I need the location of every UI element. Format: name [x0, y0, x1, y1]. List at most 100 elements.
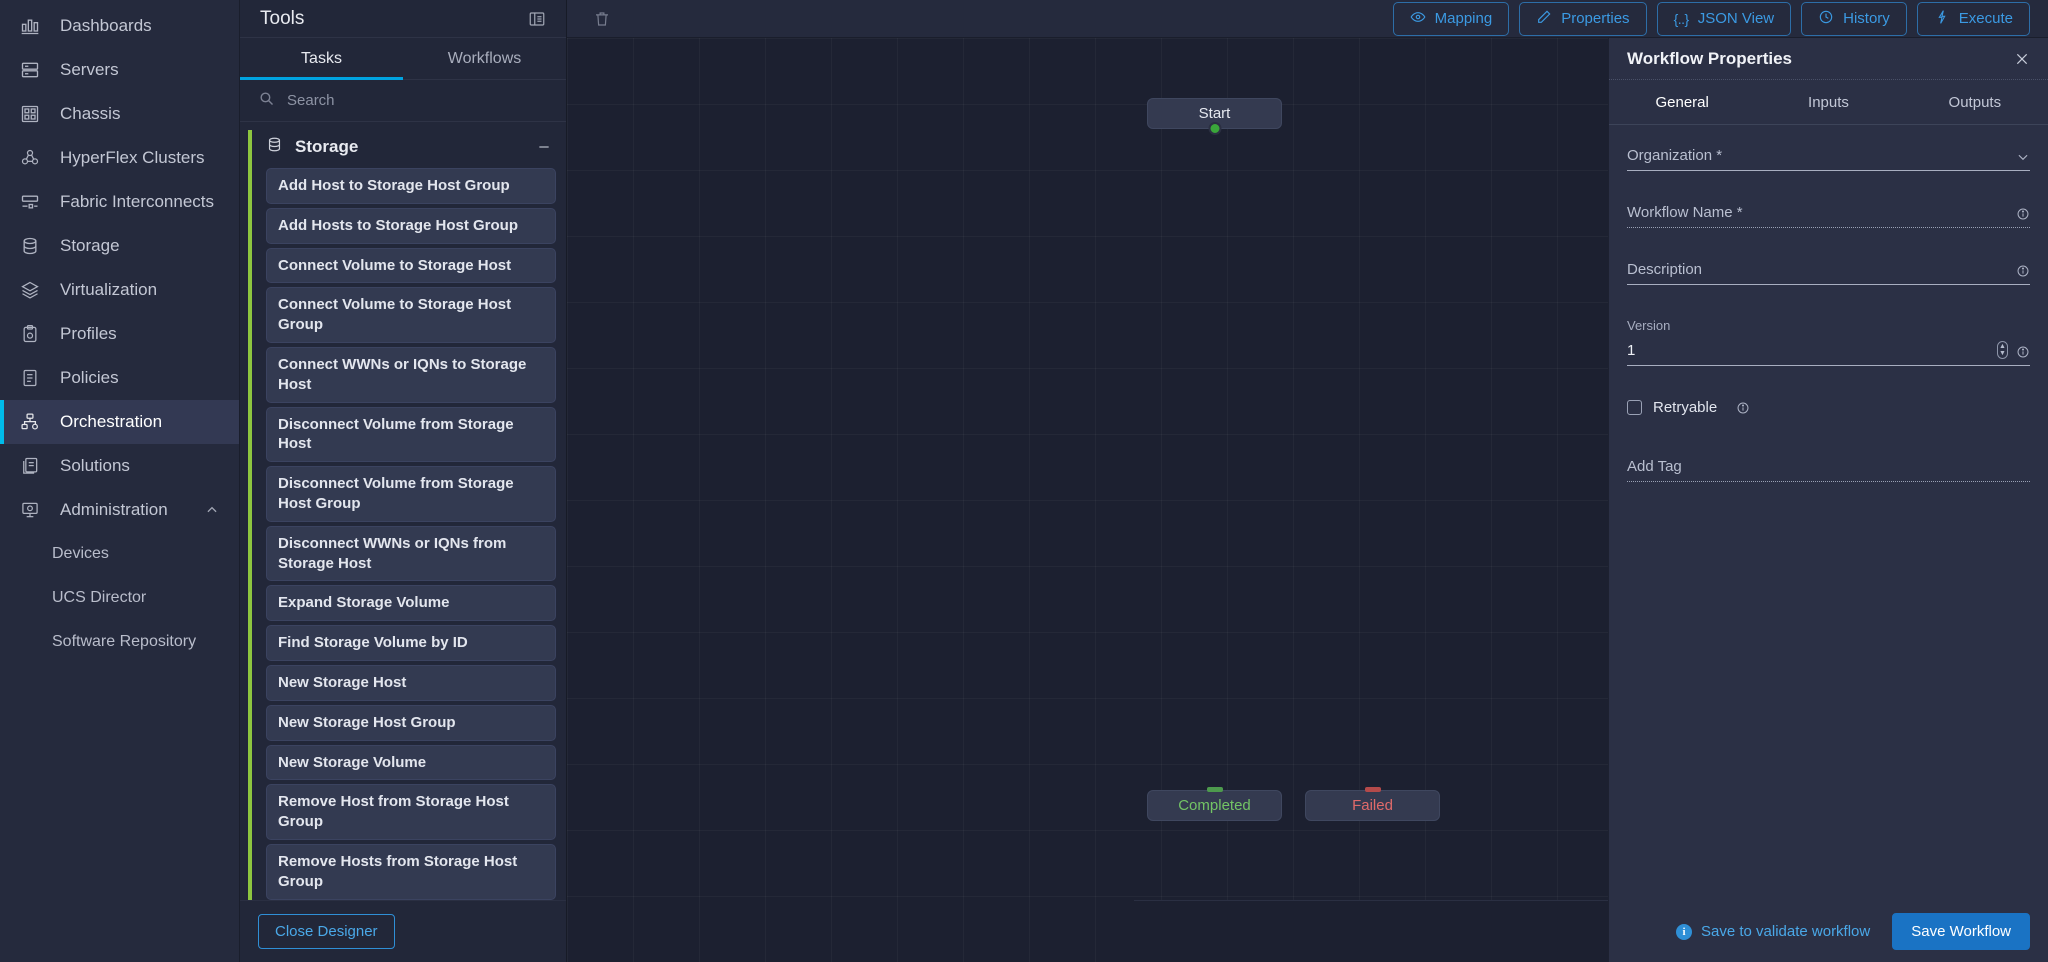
- retryable-checkbox[interactable]: [1627, 400, 1642, 415]
- properties-button[interactable]: Properties: [1519, 2, 1646, 36]
- tab-outputs[interactable]: Outputs: [1902, 80, 2048, 124]
- sidebar-item-servers[interactable]: Servers: [0, 48, 239, 92]
- chevron-up-icon[interactable]: [205, 503, 219, 517]
- tab-inputs[interactable]: Inputs: [1755, 80, 1901, 124]
- info-circle-icon: i: [1676, 924, 1692, 940]
- tab-tasks[interactable]: Tasks: [240, 38, 403, 79]
- search-input[interactable]: [287, 92, 548, 109]
- task-item[interactable]: Remove Hosts from Storage Host Group: [266, 844, 556, 900]
- trash-icon[interactable]: [593, 10, 611, 28]
- organization-field[interactable]: Organization *: [1627, 147, 2030, 171]
- task-item[interactable]: Disconnect WWNs or IQNs from Storage Hos…: [266, 526, 556, 582]
- node-failed[interactable]: Failed: [1305, 790, 1440, 821]
- execute-button[interactable]: Execute: [1917, 2, 2030, 36]
- task-list-scroll[interactable]: Storage Add Host to Storage Host Group A…: [240, 122, 566, 900]
- properties-body: Organization * Workflow Name *: [1609, 125, 2048, 900]
- task-item[interactable]: Expand Storage Volume: [266, 585, 556, 621]
- task-item[interactable]: Connect Volume to Storage Host: [266, 248, 556, 284]
- sidebar-item-virtualization[interactable]: Virtualization: [0, 268, 239, 312]
- sidebar-item-dashboards[interactable]: Dashboards: [0, 4, 239, 48]
- eye-icon: [1410, 9, 1426, 29]
- properties-title: Workflow Properties: [1627, 49, 1792, 69]
- sidebar-subitem-label: Devices: [52, 545, 109, 563]
- task-group-storage: Storage Add Host to Storage Host Group A…: [248, 130, 566, 900]
- clock-icon: [1818, 9, 1834, 29]
- close-icon[interactable]: [2014, 51, 2030, 67]
- task-item[interactable]: Add Hosts to Storage Host Group: [266, 208, 556, 244]
- tab-workflows[interactable]: Workflows: [403, 38, 566, 79]
- version-value[interactable]: 1: [1627, 342, 1991, 359]
- button-label: Properties: [1561, 10, 1629, 27]
- sidebar-item-ucs-director[interactable]: UCS Director: [0, 576, 239, 620]
- field-label: Workflow Name *: [1627, 204, 2008, 221]
- canvas-bottom-strip: [1134, 900, 1608, 962]
- node-completed[interactable]: Completed: [1147, 790, 1282, 821]
- sidebar-subitem-label: UCS Director: [52, 589, 146, 607]
- minus-icon[interactable]: [536, 139, 552, 155]
- sidebar-item-hyperflex-clusters[interactable]: HyperFlex Clusters: [0, 136, 239, 180]
- sidebar-item-label: Policies: [60, 368, 119, 388]
- storage-icon: [18, 234, 42, 258]
- tab-label: General: [1655, 94, 1708, 111]
- info-icon[interactable]: [2016, 207, 2030, 221]
- version-stepper[interactable]: ▲ ▼: [1997, 341, 2008, 359]
- info-icon[interactable]: [2016, 264, 2030, 278]
- node-input-port[interactable]: [1365, 787, 1381, 792]
- json-view-button[interactable]: {..} JSON View: [1657, 2, 1792, 36]
- node-output-port[interactable]: [1208, 122, 1221, 135]
- collapse-panel-icon[interactable]: [528, 10, 546, 28]
- task-item[interactable]: Connect WWNs or IQNs to Storage Host: [266, 347, 556, 403]
- version-field[interactable]: Version 1 ▲ ▼: [1627, 318, 2030, 366]
- sidebar-item-storage[interactable]: Storage: [0, 224, 239, 268]
- tab-label: Inputs: [1808, 94, 1849, 111]
- app-root: Dashboards Servers Chassis: [0, 0, 2048, 962]
- node-start[interactable]: Start: [1147, 98, 1282, 129]
- node-input-port[interactable]: [1207, 787, 1223, 792]
- task-item[interactable]: Disconnect Volume from Storage Host: [266, 407, 556, 463]
- task-item[interactable]: New Storage Host: [266, 665, 556, 701]
- close-designer-button[interactable]: Close Designer: [258, 914, 395, 949]
- sidebar-item-profiles[interactable]: Profiles: [0, 312, 239, 356]
- save-to-validate-button[interactable]: i Save to validate workflow: [1666, 915, 1880, 948]
- button-label: History: [1843, 10, 1890, 27]
- properties-footer: i Save to validate workflow Save Workflo…: [1609, 900, 2048, 962]
- sidebar-item-orchestration[interactable]: Orchestration: [0, 400, 239, 444]
- task-item[interactable]: Add Host to Storage Host Group: [266, 168, 556, 204]
- tools-panel-header: Tools: [240, 0, 566, 38]
- sidebar-item-label: Orchestration: [60, 412, 162, 432]
- description-field[interactable]: Description: [1627, 261, 2030, 285]
- sidebar-subitem-label: Software Repository: [52, 633, 196, 651]
- add-tag-field[interactable]: Add Tag: [1627, 458, 2030, 482]
- node-label: Start: [1199, 105, 1231, 122]
- workflow-name-field[interactable]: Workflow Name *: [1627, 204, 2030, 228]
- field-label: Version: [1627, 318, 2030, 333]
- task-item[interactable]: Remove Host from Storage Host Group: [266, 784, 556, 840]
- sidebar-item-devices[interactable]: Devices: [0, 532, 239, 576]
- history-button[interactable]: History: [1801, 2, 1907, 36]
- info-icon[interactable]: [2016, 345, 2030, 359]
- task-item[interactable]: Connect Volume to Storage Host Group: [266, 287, 556, 343]
- task-group-header[interactable]: Storage: [252, 130, 556, 164]
- task-item[interactable]: New Storage Host Group: [266, 705, 556, 741]
- retryable-row[interactable]: Retryable: [1627, 399, 2030, 416]
- mapping-button[interactable]: Mapping: [1393, 2, 1510, 36]
- sidebar-item-solutions[interactable]: Solutions: [0, 444, 239, 488]
- sidebar-item-policies[interactable]: Policies: [0, 356, 239, 400]
- policies-icon: [18, 366, 42, 390]
- sidebar-item-fabric-interconnects[interactable]: Fabric Interconnects: [0, 180, 239, 224]
- info-icon[interactable]: [1736, 401, 1750, 415]
- tools-panel: Tools Tasks Workflows: [240, 0, 567, 962]
- sidebar: Dashboards Servers Chassis: [0, 0, 240, 962]
- sidebar-item-software-repository[interactable]: Software Repository: [0, 620, 239, 664]
- chevron-down-icon[interactable]: [2016, 150, 2030, 164]
- task-item[interactable]: New Storage Volume: [266, 745, 556, 781]
- sidebar-item-chassis[interactable]: Chassis: [0, 92, 239, 136]
- task-item[interactable]: Find Storage Volume by ID: [266, 625, 556, 661]
- stepper-up-icon[interactable]: ▲: [1999, 344, 2006, 350]
- tab-general[interactable]: General: [1609, 80, 1755, 124]
- button-label: Mapping: [1435, 10, 1493, 27]
- sidebar-item-administration[interactable]: Administration: [0, 488, 239, 532]
- stepper-down-icon[interactable]: ▼: [1999, 351, 2006, 357]
- save-workflow-button[interactable]: Save Workflow: [1892, 913, 2030, 950]
- task-item[interactable]: Disconnect Volume from Storage Host Grou…: [266, 466, 556, 522]
